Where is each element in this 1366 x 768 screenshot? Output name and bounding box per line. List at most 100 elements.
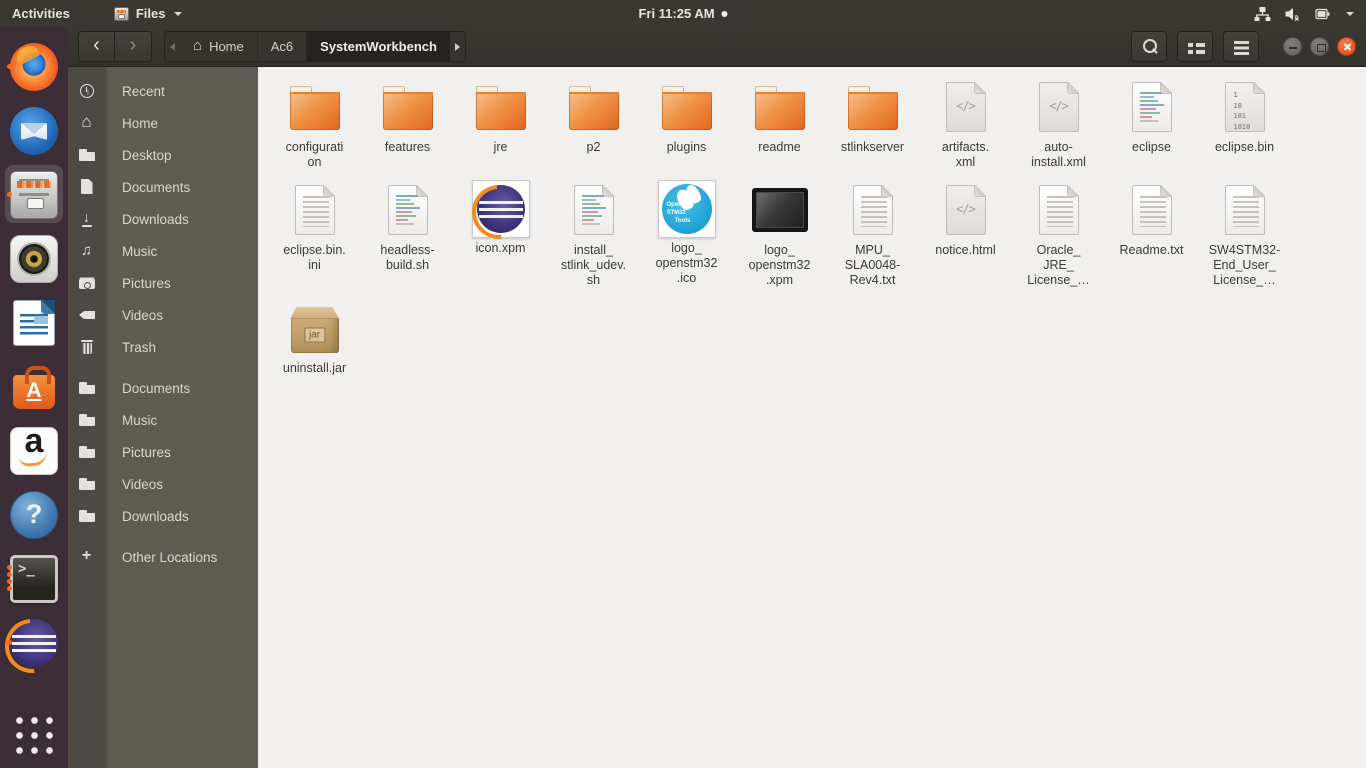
dock-item-libreoffice-writer[interactable]	[4, 291, 64, 355]
activities-button[interactable]: Activities	[0, 0, 82, 27]
sidebar-item-label: Documents	[122, 380, 191, 396]
file-item[interactable]: configurati on	[268, 77, 361, 170]
file-item[interactable]: eclipse.bin. ini	[268, 180, 361, 273]
file-item[interactable]: logo_ openstm32 .xpm	[733, 180, 826, 288]
menu-button[interactable]	[1223, 31, 1259, 62]
sidebar-item-icon	[78, 146, 96, 164]
close-button[interactable]	[1337, 37, 1356, 56]
sidebar-bookmark-item[interactable]: Music	[68, 404, 258, 436]
sidebar-item[interactable]: Recent	[68, 75, 258, 107]
clock-menu[interactable]: Fri 11:25 AM	[638, 0, 728, 27]
maximize-button[interactable]	[1310, 37, 1329, 56]
sidebar-item[interactable]: Trash	[68, 331, 258, 363]
file-item[interactable]: install_ stlink_udev. sh	[547, 180, 640, 288]
file-view[interactable]: configurati on features jre p2 plugins r…	[258, 67, 1366, 768]
file-item[interactable]: MPU_ SLA0048- Rev4.txt	[826, 180, 919, 288]
sidebar-bookmark-item[interactable]: Downloads	[68, 500, 258, 532]
sidebar-bookmark-item[interactable]: Pictures	[68, 436, 258, 468]
folder-icon	[78, 507, 96, 525]
sidebar-item-label: Music	[122, 412, 158, 428]
sidebar-item-icon	[78, 242, 96, 260]
dock-item-amazon[interactable]	[4, 419, 64, 483]
sidebar-bookmark-item[interactable]: Documents	[68, 372, 258, 404]
volume-muted-icon	[1285, 7, 1299, 21]
file-item[interactable]: notice.html	[919, 180, 1012, 258]
app-icon	[10, 107, 58, 155]
file-icon	[754, 77, 805, 137]
sidebar-places: Recent Home Desktop Documents Downloads	[68, 75, 258, 363]
breadcrumb-segment[interactable]: ⌂ Ac6	[258, 32, 308, 61]
sidebar-item[interactable]: Downloads	[68, 203, 258, 235]
file-icon	[1131, 77, 1172, 137]
file-item[interactable]: p2	[547, 77, 640, 155]
chevron-down-icon	[174, 11, 183, 16]
file-item[interactable]: stlinkserver	[826, 77, 919, 155]
app-menu[interactable]: Files	[106, 0, 191, 27]
file-item[interactable]: icon.xpm	[454, 180, 547, 256]
file-item[interactable]: eclipse	[1105, 77, 1198, 155]
file-item[interactable]: plugins	[640, 77, 733, 155]
file-item[interactable]: features	[361, 77, 454, 155]
file-icon	[945, 77, 986, 137]
file-label: features	[384, 140, 431, 154]
breadcrumb-label: Ac6	[270, 39, 294, 54]
search-button[interactable]	[1131, 31, 1167, 62]
dock-item-thunderbird[interactable]	[4, 99, 64, 163]
running-indicator-icon	[7, 192, 12, 197]
file-item[interactable]: jre	[454, 77, 547, 155]
minimize-button[interactable]	[1283, 37, 1302, 56]
sidebar-item-label: Downloads	[122, 211, 189, 227]
sidebar-bookmark-item[interactable]: Videos	[68, 468, 258, 500]
view-toggle-button[interactable]	[1177, 31, 1213, 62]
breadcrumb-segment[interactable]: ⌂ SystemWorkbench	[307, 32, 450, 61]
notification-dot-icon	[721, 10, 728, 17]
sidebar-item[interactable]: Videos	[68, 299, 258, 331]
sidebar-item-label: Pictures	[122, 275, 171, 291]
file-item[interactable]: Oracle_ JRE_ License_…	[1012, 180, 1105, 288]
file-item[interactable]: SW4STM32- End_User_ License_…	[1198, 180, 1291, 288]
file-item[interactable]: headless- build.sh	[361, 180, 454, 273]
sidebar-item[interactable]: Desktop	[68, 139, 258, 171]
breadcrumb-scroll-right[interactable]	[450, 32, 465, 61]
file-item[interactable]: auto- install.xml	[1012, 77, 1105, 170]
show-applications-button[interactable]	[11, 712, 57, 758]
file-item[interactable]: eclipse.bin	[1198, 77, 1291, 155]
system-tray[interactable]	[1254, 0, 1366, 27]
sidebar-item[interactable]: Pictures	[68, 267, 258, 299]
file-item[interactable]: readme	[733, 77, 826, 155]
file-item[interactable]: Readme.txt	[1105, 180, 1198, 258]
dock-item-terminal[interactable]	[4, 547, 64, 611]
list-view-icon	[1178, 32, 1212, 61]
dock-item-help[interactable]	[4, 483, 64, 547]
sidebar-item[interactable]: Documents	[68, 171, 258, 203]
sidebar-item-icon	[78, 274, 96, 292]
search-icon	[1132, 32, 1166, 61]
dock-item-eclipse[interactable]	[4, 611, 64, 675]
file-item[interactable]: logo_ openstm32 .ico	[640, 180, 733, 286]
dock-item-ubuntu-software[interactable]	[4, 355, 64, 419]
sidebar-item-label: Other Locations	[122, 549, 218, 565]
back-button[interactable]: ‹	[78, 31, 115, 62]
sidebar-item-icon	[78, 178, 96, 196]
file-label: headless- build.sh	[380, 243, 435, 272]
file-icon	[568, 77, 619, 137]
file-label: icon.xpm	[475, 241, 526, 255]
dock-item-rhythmbox[interactable]	[4, 227, 64, 291]
sidebar-item-icon	[78, 209, 96, 228]
file-item[interactable]: artifacts. xml	[919, 77, 1012, 170]
file-icon	[1038, 77, 1079, 137]
file-icon	[847, 77, 898, 137]
sidebar-item[interactable]: Music	[68, 235, 258, 267]
forward-button[interactable]: ›	[115, 31, 152, 62]
network-icon	[1254, 6, 1271, 21]
path-bar: ⌂ Home ⌂ Ac6 ⌂ SystemWorkbench	[164, 31, 466, 62]
running-indicator-icon	[7, 64, 12, 69]
file-item[interactable]: uninstall.jar	[268, 298, 361, 376]
breadcrumb-segment[interactable]: ⌂ Home	[180, 32, 258, 61]
dock-item-files[interactable]	[4, 163, 64, 227]
sidebar-item[interactable]: Home	[68, 107, 258, 139]
dock-item-firefox[interactable]	[4, 35, 64, 99]
file-label: p2	[586, 140, 601, 154]
file-icon	[387, 180, 428, 240]
sidebar-item-other-locations[interactable]: Other Locations	[68, 541, 258, 573]
